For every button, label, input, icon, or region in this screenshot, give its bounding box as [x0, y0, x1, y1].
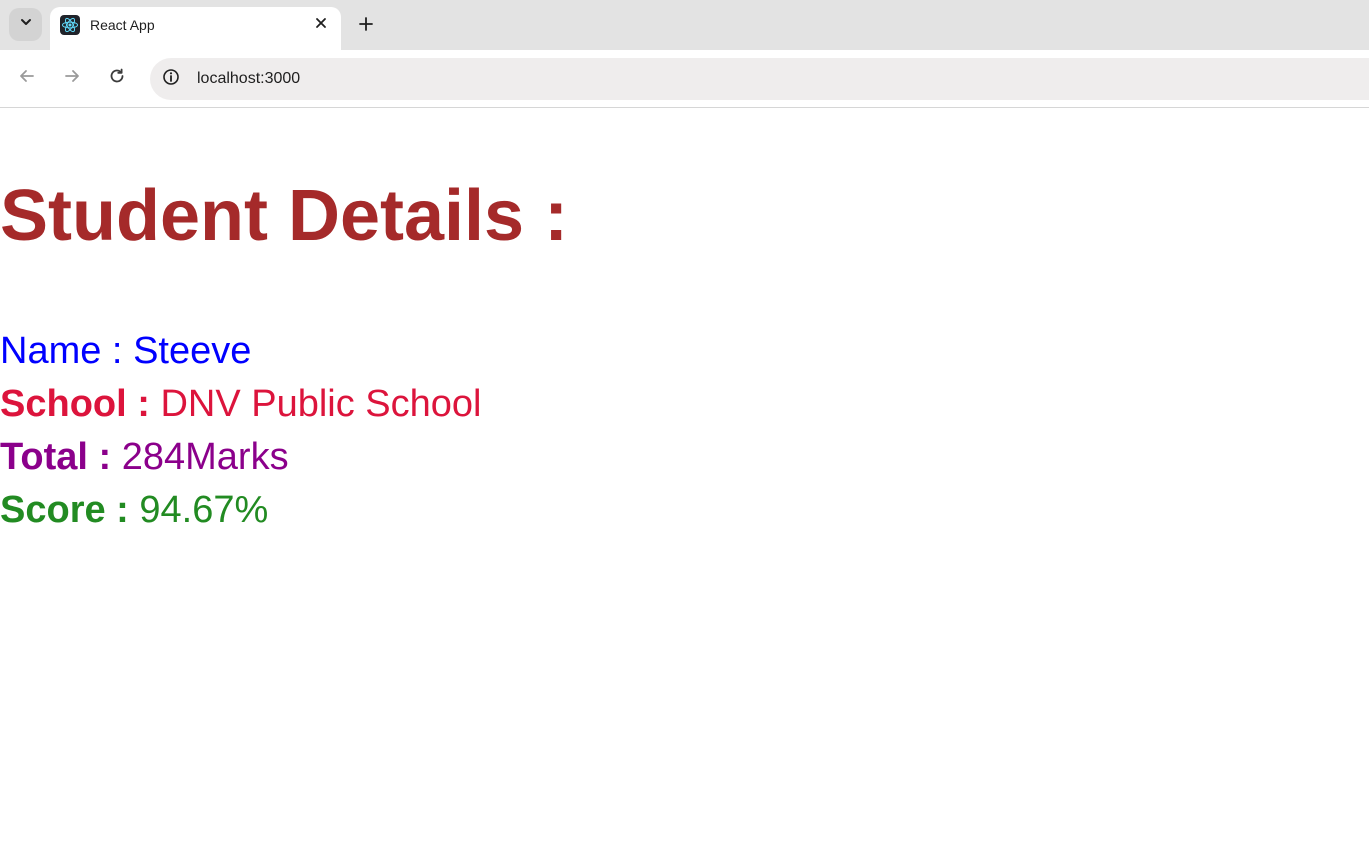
plus-icon [358, 16, 374, 37]
score-label: Score : [0, 489, 129, 531]
detail-row-school: School : DNV Public School [0, 383, 481, 436]
school-value: DNV Public School [149, 383, 482, 425]
detail-row-total: Total : 284Marks [0, 436, 481, 489]
close-icon [315, 16, 327, 34]
forward-button[interactable] [58, 64, 86, 92]
browser-tab-strip: React App [0, 0, 1369, 50]
chevron-down-icon [19, 15, 33, 34]
browser-toolbar: localhost:3000 [0, 50, 1369, 108]
total-label: Total : [0, 436, 112, 478]
score-value: 94.67% [128, 489, 269, 531]
detail-row-name: Name : Steeve [0, 330, 481, 383]
reload-button[interactable] [103, 64, 131, 92]
browser-tab[interactable]: React App [50, 7, 341, 50]
url-text: localhost:3000 [197, 70, 301, 87]
tab-close-button[interactable] [309, 13, 333, 37]
total-value: 284Marks [111, 436, 289, 478]
arrow-right-icon [63, 67, 81, 90]
name-value: Steeve [133, 330, 252, 372]
page-title: Student Details : [0, 176, 569, 256]
arrow-left-icon [18, 67, 36, 90]
tab-title: React App [90, 17, 155, 33]
reload-icon [108, 67, 126, 90]
detail-row-score: Score : 94.67% [0, 489, 481, 542]
page-content: Student Details : Name : Steeve School :… [0, 108, 1369, 859]
student-details: Name : Steeve School : DNV Public School… [0, 330, 481, 542]
name-label: Name [0, 330, 102, 372]
react-logo-icon [60, 15, 80, 35]
back-button[interactable] [13, 64, 41, 92]
school-label: School : [0, 383, 150, 425]
tab-list-button[interactable] [9, 8, 42, 41]
info-icon [162, 68, 180, 91]
address-bar[interactable]: localhost:3000 [150, 58, 1369, 100]
site-info-button[interactable] [160, 68, 182, 90]
name-separator: : [101, 330, 134, 372]
new-tab-button[interactable] [352, 12, 380, 40]
